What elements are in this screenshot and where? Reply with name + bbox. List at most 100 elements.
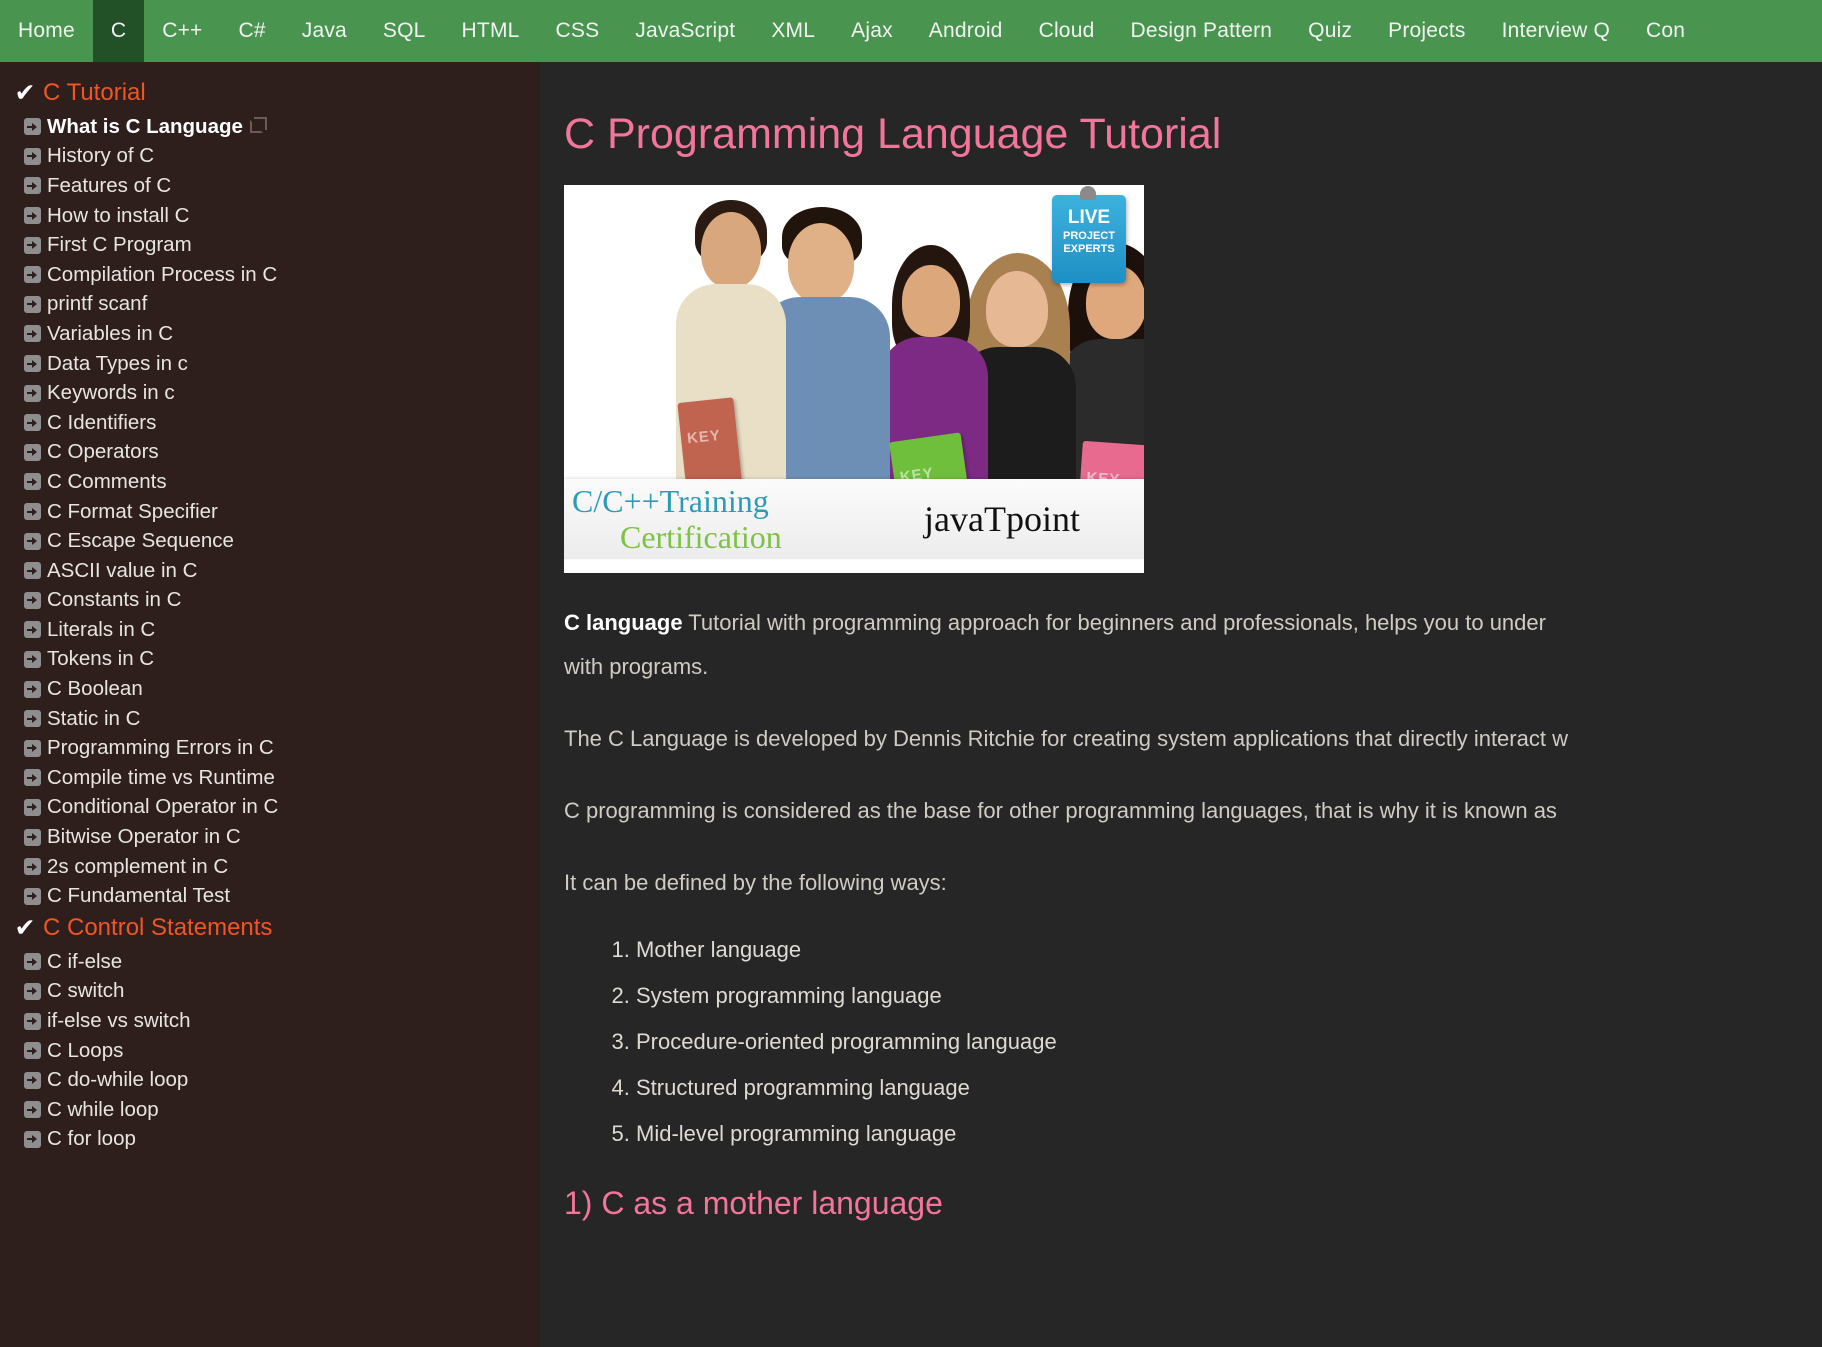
sidebar-item-c-operators[interactable]: C Operators	[10, 438, 540, 468]
paragraph-2: with programs.	[564, 645, 1822, 689]
head-shape	[986, 271, 1048, 347]
arrow-right-icon	[24, 621, 41, 638]
sidebar-item-keywords-in-c[interactable]: Keywords in c	[10, 378, 540, 408]
arrow-right-icon	[24, 325, 41, 342]
nav-item-ajax[interactable]: Ajax	[833, 0, 911, 62]
sidebar-item-c-while-loop[interactable]: C while loop	[10, 1095, 540, 1125]
sidebar-item-label: Constants in C	[47, 588, 181, 612]
arrow-right-icon	[24, 858, 41, 875]
sidebar-item-c-escape-sequence[interactable]: C Escape Sequence	[10, 526, 540, 556]
sidebar-section-c-tutorial[interactable]: ✔C Tutorial	[10, 78, 540, 108]
banner-brand-logo: javaTpoint	[914, 498, 1080, 540]
arrow-right-icon	[24, 1013, 41, 1030]
sidebar-item-label: Variables in C	[47, 322, 173, 346]
sidebar-item-literals-in-c[interactable]: Literals in C	[10, 615, 540, 645]
sidebar-item-label: if-else vs switch	[47, 1009, 191, 1033]
live-project-experts-badge: LIVE PROJECT EXPERTS	[1052, 195, 1126, 283]
sidebar-item-static-in-c[interactable]: Static in C	[10, 704, 540, 734]
sidebar-item-constants-in-c[interactable]: Constants in C	[10, 586, 540, 616]
nav-item-interview-q[interactable]: Interview Q	[1484, 0, 1628, 62]
sidebar-item-c-boolean[interactable]: C Boolean	[10, 674, 540, 704]
sidebar-item-label: Bitwise Operator in C	[47, 825, 241, 849]
sidebar-item-how-to-install-c[interactable]: How to install C	[10, 201, 540, 231]
paragraph-bold-lead: C language	[564, 610, 683, 635]
nav-item-c-[interactable]: C#	[221, 0, 284, 62]
sidebar-item-compile-time-vs-runtime[interactable]: Compile time vs Runtime	[10, 763, 540, 793]
arrow-right-icon	[24, 769, 41, 786]
arrow-right-icon	[24, 503, 41, 520]
sidebar-item-c-comments[interactable]: C Comments	[10, 467, 540, 497]
nav-item-xml[interactable]: XML	[753, 0, 833, 62]
sidebar-item-label: Literals in C	[47, 618, 155, 642]
nav-item-css[interactable]: CSS	[538, 0, 618, 62]
sidebar-item-label: C Fundamental Test	[47, 884, 230, 908]
sidebar-item-variables-in-c[interactable]: Variables in C	[10, 319, 540, 349]
nav-item-cloud[interactable]: Cloud	[1021, 0, 1113, 62]
arrow-right-icon	[24, 740, 41, 757]
list-item: System programming language	[636, 973, 1822, 1019]
arrow-right-icon	[24, 1042, 41, 1059]
banner-caption: C/C++Training Certification javaTpoint	[564, 479, 1144, 559]
sidebar-item-label: C Comments	[47, 470, 167, 494]
sidebar-item-label: C switch	[47, 979, 124, 1003]
sidebar-item-data-types-in-c[interactable]: Data Types in c	[10, 349, 540, 379]
sidebar-item-history-of-c[interactable]: History of C	[10, 142, 540, 172]
sidebar-item-what-is-c-language[interactable]: What is C Language	[10, 112, 540, 142]
sidebar-item-label: History of C	[47, 144, 154, 168]
nav-item-html[interactable]: HTML	[444, 0, 538, 62]
nav-item-con[interactable]: Con	[1628, 0, 1703, 62]
sidebar-item-tokens-in-c[interactable]: Tokens in C	[10, 645, 540, 675]
top-navigation-bar[interactable]: HomeCC++C#JavaSQLHTMLCSSJavaScriptXMLAja…	[0, 0, 1822, 62]
sidebar-item-ascii-value-in-c[interactable]: ASCII value in C	[10, 556, 540, 586]
sidebar-item-label: Conditional Operator in C	[47, 795, 278, 819]
head-shape	[701, 212, 761, 288]
nav-item-android[interactable]: Android	[911, 0, 1021, 62]
arrow-right-icon	[24, 414, 41, 431]
paragraph-1: C language Tutorial with programming app…	[564, 601, 1822, 645]
nav-item-c-[interactable]: C++	[144, 0, 220, 62]
sidebar-item-conditional-operator-in-c[interactable]: Conditional Operator in C	[10, 793, 540, 823]
banner-caption-left: C/C++Training Certification	[564, 483, 914, 555]
sidebar-item-compilation-process-in-c[interactable]: Compilation Process in C	[10, 260, 540, 290]
sidebar-item-c-do-while-loop[interactable]: C do-while loop	[10, 1065, 540, 1095]
sidebar-item-c-identifiers[interactable]: C Identifiers	[10, 408, 540, 438]
nav-item-projects[interactable]: Projects	[1370, 0, 1483, 62]
sidebar-item-first-c-program[interactable]: First C Program	[10, 230, 540, 260]
sidebar-item-label: Keywords in c	[47, 381, 175, 405]
sidebar-item-c-for-loop[interactable]: C for loop	[10, 1125, 540, 1155]
sidebar-item-c-loops[interactable]: C Loops	[10, 1036, 540, 1066]
sidebar-item-programming-errors-in-c[interactable]: Programming Errors in C	[10, 733, 540, 763]
sidebar-item-2s-complement-in-c[interactable]: 2s complement in C	[10, 852, 540, 882]
sidebar-item-if-else-vs-switch[interactable]: if-else vs switch	[10, 1006, 540, 1036]
sidebar-section-c-control-statements[interactable]: ✔C Control Statements	[10, 913, 540, 943]
arrow-right-icon	[24, 953, 41, 970]
nav-item-java[interactable]: Java	[284, 0, 365, 62]
sidebar-item-label: How to install C	[47, 204, 189, 228]
arrow-right-icon	[24, 385, 41, 402]
nav-item-c[interactable]: C	[93, 0, 144, 62]
sidebar-item-label: Static in C	[47, 707, 140, 731]
sidebar-item-printf-scanf[interactable]: printf scanf	[10, 290, 540, 320]
sidebar-item-label: C Loops	[47, 1039, 123, 1063]
sidebar-item-label: Data Types in c	[47, 352, 188, 376]
arrow-right-icon	[24, 444, 41, 461]
nav-item-quiz[interactable]: Quiz	[1290, 0, 1370, 62]
banner-caption-line-2: Certification	[572, 519, 914, 555]
nav-item-sql[interactable]: SQL	[365, 0, 444, 62]
sidebar-navigation[interactable]: ✔C Tutorial What is C LanguageHistory of …	[0, 62, 540, 1347]
sidebar-item-features-of-c[interactable]: Features of C	[10, 171, 540, 201]
sidebar-section-label: C Tutorial	[43, 79, 146, 107]
sidebar-item-bitwise-operator-in-c[interactable]: Bitwise Operator in C	[10, 822, 540, 852]
sidebar-item-c-format-specifier[interactable]: C Format Specifier	[10, 497, 540, 527]
paragraph-text: with programs.	[564, 654, 708, 679]
nav-item-home[interactable]: Home	[0, 0, 93, 62]
arrow-right-icon	[24, 237, 41, 254]
sidebar-item-c-if-else[interactable]: C if-else	[10, 947, 540, 977]
sidebar-item-c-switch[interactable]: C switch	[10, 977, 540, 1007]
arrow-right-icon	[24, 799, 41, 816]
sidebar-item-c-fundamental-test[interactable]: C Fundamental Test	[10, 881, 540, 911]
sidebar-item-label: C Operators	[47, 440, 159, 464]
nav-item-design-pattern[interactable]: Design Pattern	[1112, 0, 1290, 62]
nav-item-javascript[interactable]: JavaScript	[617, 0, 753, 62]
list-item: Procedure-oriented programming language	[636, 1019, 1822, 1065]
